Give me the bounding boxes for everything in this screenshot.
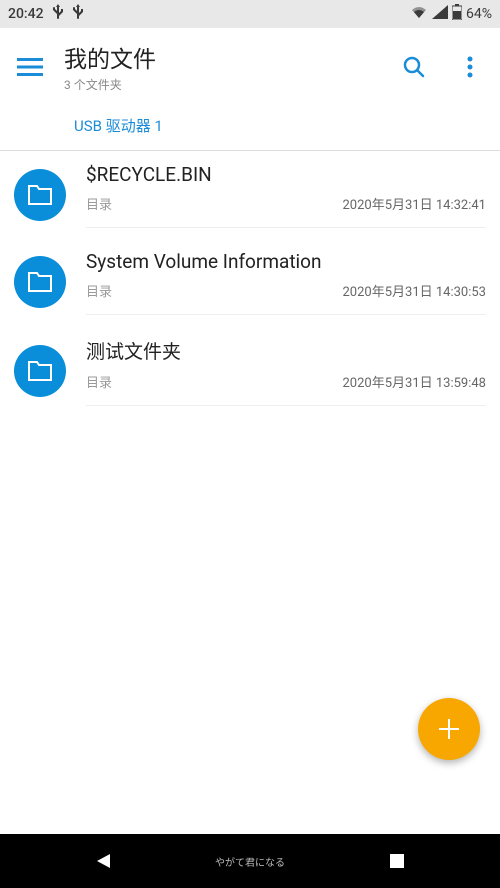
- nav-recent-button[interactable]: [362, 839, 432, 883]
- add-fab[interactable]: [418, 698, 480, 760]
- plus-icon: [436, 716, 462, 742]
- nav-home-text: やがて君になる: [215, 854, 285, 869]
- usb-icon-2: [72, 4, 84, 24]
- navigation-bar: やがて君になる: [0, 834, 500, 888]
- usb-icon: [52, 4, 64, 24]
- status-right: 64%: [410, 4, 492, 24]
- more-vertical-icon: [467, 56, 473, 78]
- folder-icon: [14, 256, 66, 308]
- menu-button[interactable]: [8, 45, 52, 89]
- file-name: 测试文件夹: [86, 337, 486, 364]
- file-name: System Volume Information: [86, 250, 486, 273]
- breadcrumb: USB 驱动器 1: [0, 97, 500, 150]
- file-date: 2020年5月31日 14:30:53: [342, 281, 486, 300]
- battery-icon: [452, 4, 462, 24]
- status-left: 20:42: [8, 4, 84, 24]
- breadcrumb-item[interactable]: USB 驱动器 1: [74, 117, 163, 135]
- triangle-back-icon: [94, 852, 112, 870]
- more-button[interactable]: [448, 45, 492, 89]
- folder-icon: [14, 345, 66, 397]
- list-item[interactable]: 测试文件夹 目录 2020年5月31日 13:59:48: [0, 325, 500, 416]
- wifi-icon: [410, 5, 428, 23]
- page-subtitle: 3 个文件夹: [64, 76, 380, 93]
- app-header: 我的文件 3 个文件夹: [0, 28, 500, 97]
- folder-icon: [14, 169, 66, 221]
- file-type: 目录: [86, 281, 112, 300]
- status-time: 20:42: [8, 6, 44, 22]
- nav-home-button[interactable]: やがて君になる: [215, 839, 285, 883]
- search-icon: [402, 55, 426, 79]
- file-date: 2020年5月31日 13:59:48: [342, 372, 486, 391]
- square-icon: [389, 853, 405, 869]
- signal-icon: [432, 5, 448, 23]
- list-item[interactable]: System Volume Information 目录 2020年5月31日 …: [0, 238, 500, 325]
- status-bar: 20:42 64%: [0, 0, 500, 28]
- title-block: 我的文件 3 个文件夹: [64, 40, 380, 93]
- search-button[interactable]: [392, 45, 436, 89]
- battery-percent: 64%: [466, 6, 492, 22]
- nav-back-button[interactable]: [68, 839, 138, 883]
- hamburger-icon: [17, 57, 43, 77]
- file-type: 目录: [86, 372, 112, 391]
- file-name: $RECYCLE.BIN: [86, 163, 486, 186]
- list-item[interactable]: $RECYCLE.BIN 目录 2020年5月31日 14:32:41: [0, 151, 500, 238]
- page-title: 我的文件: [64, 40, 380, 74]
- file-type: 目录: [86, 194, 112, 213]
- file-date: 2020年5月31日 14:32:41: [342, 194, 486, 213]
